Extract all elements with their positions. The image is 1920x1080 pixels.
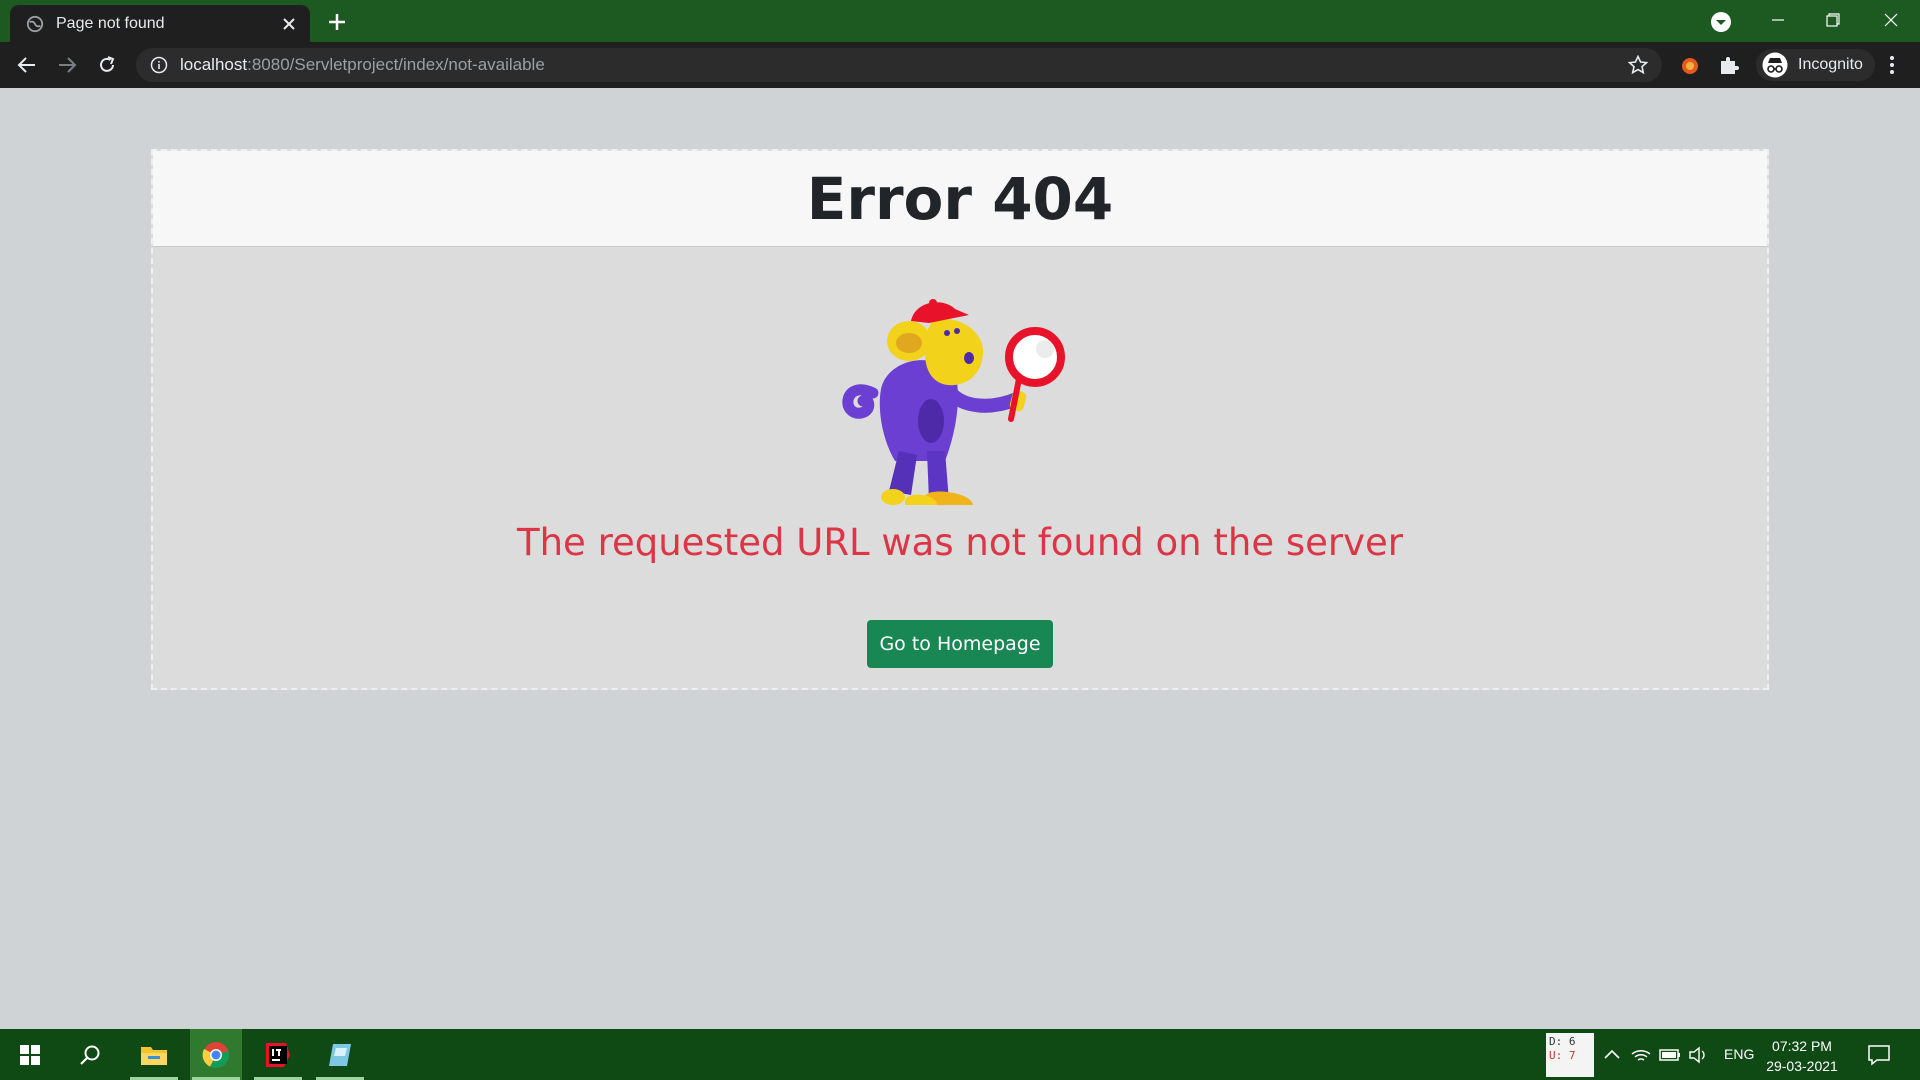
star-icon[interactable] <box>1628 55 1648 75</box>
address-bar[interactable]: localhost:8080/Servletproject/index/not-… <box>136 48 1662 82</box>
browser-toolbar: localhost:8080/Servletproject/index/not-… <box>0 42 1920 88</box>
tab-strip: Page not found <box>0 0 1920 42</box>
error-card: Error 404 The requested URL was not foun… <box>151 149 1769 690</box>
search-icon[interactable] <box>64 1029 116 1080</box>
app-icon[interactable] <box>314 1029 366 1080</box>
tab-search-icon[interactable] <box>1710 11 1732 33</box>
wifi-icon[interactable] <box>1630 1044 1652 1066</box>
page-title: Error 404 <box>806 164 1114 233</box>
windows-taskbar: D: 6 U: 7 ENG 07:32 PM 29-03-2021 <box>0 1029 1920 1080</box>
minimize-icon[interactable] <box>1755 4 1801 36</box>
close-icon[interactable] <box>278 13 300 35</box>
windows-start-icon[interactable] <box>4 1029 56 1080</box>
profile-label: Incognito <box>1798 56 1863 73</box>
reload-icon[interactable] <box>93 51 121 79</box>
tab-title: Page not found <box>56 14 165 32</box>
volume-icon[interactable] <box>1688 1044 1710 1066</box>
clock-date: 29-03-2021 <box>1766 1058 1838 1074</box>
forward-icon[interactable] <box>53 51 81 79</box>
go-to-homepage-button[interactable]: Go to Homepage <box>867 620 1053 668</box>
puzzle-icon[interactable] <box>1718 54 1740 76</box>
language-indicator[interactable]: ENG <box>1724 1046 1754 1062</box>
extension-icon[interactable] <box>1679 54 1701 76</box>
clock-time: 07:32 PM <box>1772 1038 1832 1054</box>
page-viewport: Error 404 The requested URL was not foun… <box>0 88 1920 1029</box>
url-text: localhost:8080/Servletproject/index/not-… <box>180 55 545 74</box>
globe-icon <box>26 15 44 32</box>
info-icon[interactable] <box>150 56 168 74</box>
browser-tab[interactable]: Page not found <box>10 5 310 42</box>
back-icon[interactable] <box>13 51 41 79</box>
error-message: The requested URL was not found on the s… <box>517 521 1403 564</box>
chevron-up-icon[interactable] <box>1601 1044 1623 1066</box>
card-header: Error 404 <box>153 151 1767 247</box>
plus-icon[interactable] <box>323 8 351 36</box>
close-window-icon[interactable] <box>1868 4 1914 36</box>
intellij-icon[interactable] <box>252 1029 304 1080</box>
monkey-illustration <box>842 299 1065 505</box>
battery-icon[interactable] <box>1659 1044 1681 1066</box>
restore-icon[interactable] <box>1810 4 1856 36</box>
incognito-icon <box>1762 52 1788 78</box>
chrome-icon[interactable] <box>190 1029 242 1080</box>
profile-button[interactable]: Incognito <box>1756 49 1875 81</box>
network-speed-widget: D: 6 U: 7 <box>1546 1033 1594 1077</box>
system-clock[interactable]: 07:32 PM 29-03-2021 <box>1762 1036 1842 1076</box>
notification-icon[interactable] <box>1867 1043 1891 1067</box>
file-explorer-icon[interactable] <box>128 1029 180 1080</box>
kebab-menu-icon[interactable] <box>1880 52 1904 78</box>
